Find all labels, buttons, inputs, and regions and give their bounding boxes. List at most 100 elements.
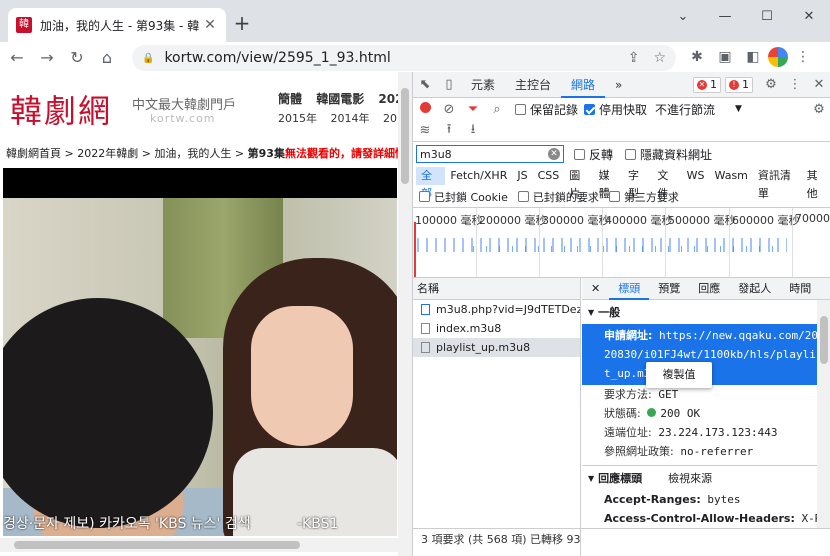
breadcrumb-drama[interactable]: 加油，我的人生 [154, 147, 231, 160]
type-filter-all[interactable]: 全部 [416, 167, 446, 200]
extension-puzzle-icon[interactable]: ▣ [712, 44, 738, 70]
triangle-down-icon: ▼ [588, 307, 595, 317]
video-player[interactable]: 경상·문자 제보) 카카오톡 'KBS 뉴스' 검색 -KBS1 [3, 168, 397, 536]
browser-tab[interactable]: 韓 加油，我的人生 - 第93集 - 韓 ✕ [8, 8, 226, 42]
gear-icon[interactable]: ⚙ [759, 77, 783, 92]
view-source-link[interactable]: 檢視來源 [668, 470, 712, 486]
disable-cache-label: 停用快取 [599, 102, 648, 117]
extensions-icon[interactable]: ✱ [684, 44, 710, 70]
resource-type-filters: 全部 Fetch/XHR JS CSS 圖片 媒體 字型 文件 WS Wasm … [413, 166, 830, 200]
tab-headers[interactable]: 標頭 [609, 278, 650, 300]
nav-link[interactable]: 韓國電影 [316, 92, 364, 106]
tab-response[interactable]: 回應 [689, 278, 729, 300]
chevron-down-icon[interactable]: ⌄ [662, 0, 704, 32]
network-settings-gear-icon[interactable]: ⚙ [807, 102, 830, 117]
forward-icon[interactable]: → [34, 44, 60, 70]
close-window-icon[interactable]: ✕ [788, 0, 830, 32]
address-bar[interactable]: 🔒 kortw.com/view/2595_1_93.html ⇪ ☆ [132, 45, 676, 71]
back-icon[interactable]: ← [4, 44, 30, 70]
export-har-icon[interactable]: ⭳ [461, 120, 485, 142]
nav-link[interactable]: 簡體 [278, 92, 302, 106]
close-icon[interactable]: ✕ [807, 77, 830, 92]
error-count-badge[interactable]: ✕ 1 [693, 76, 721, 93]
chevron-down-icon[interactable]: ▼ [735, 104, 742, 114]
type-filter[interactable]: 圖片 [564, 167, 593, 200]
breadcrumb-category[interactable]: 2022年韓劇 [77, 147, 138, 160]
request-row[interactable]: m3u8.php?vid=J9dTETDezx... [413, 300, 580, 319]
type-filter[interactable]: 字型 [623, 167, 652, 200]
network-conditions-icon[interactable]: ≋ [413, 123, 437, 138]
site-logo[interactable]: 韓劇網 [10, 86, 112, 132]
request-row-selected[interactable]: playlist_up.m3u8 [413, 338, 580, 357]
clear-filter-icon[interactable]: ✕ [548, 148, 560, 160]
network-timeline[interactable]: 100000 毫秒 200000 毫秒 300000 毫秒 400000 毫秒 … [413, 208, 830, 278]
request-detail-panel: ✕ 標頭 預覽 回應 發起人 時間 ▼ 一般 申請網址: https://new.… [582, 278, 830, 528]
tab-preview[interactable]: 預覽 [649, 278, 689, 300]
hide-data-urls-checkbox[interactable] [625, 148, 637, 160]
type-filter[interactable]: 文件 [652, 167, 681, 200]
year-link[interactable]: 2014年 [331, 112, 370, 125]
side-panel-icon[interactable]: ◧ [740, 44, 766, 70]
device-toggle-icon[interactable]: ▯ [437, 77, 461, 92]
address-url[interactable]: kortw.com/view/2595_1_93.html [164, 50, 613, 66]
lock-icon[interactable]: 🔒 [142, 53, 154, 64]
name-column-header[interactable]: 名稱 [413, 278, 580, 300]
new-tab-icon[interactable]: + [232, 13, 252, 33]
breadcrumb-notice[interactable]: 無法觀看的，請發詳細情況 [285, 147, 412, 160]
tab-timing[interactable]: 時間 [780, 278, 820, 300]
general-section-header[interactable]: ▼ 一般 [582, 300, 830, 324]
page-vertical-scrollbar[interactable] [398, 72, 412, 556]
bookmark-star-icon[interactable]: ☆ [653, 50, 666, 66]
record-icon[interactable] [413, 101, 437, 117]
context-menu-copy-value[interactable]: 複製值 [646, 362, 712, 388]
clear-icon[interactable]: ⊘ [437, 102, 461, 117]
tab-elements[interactable]: 元素 [461, 72, 505, 98]
invert-checkbox[interactable] [574, 148, 585, 160]
file-icon [421, 323, 430, 334]
breadcrumb-home[interactable]: 韓劇網首頁 [6, 147, 61, 160]
tab-network[interactable]: 網路 [561, 72, 606, 98]
detail-scrollbar[interactable] [817, 300, 830, 528]
share-icon[interactable]: ⇪ [628, 50, 640, 66]
disable-cache-checkbox[interactable] [584, 103, 596, 115]
type-filter[interactable]: Wasm [710, 167, 753, 185]
home-icon[interactable]: ⌂ [94, 44, 120, 70]
browser-toolbar: ← → ↻ ⌂ 🔒 kortw.com/view/2595_1_93.html … [0, 42, 830, 72]
filter-input[interactable]: m3u8 ✕ [416, 145, 564, 163]
close-tab-icon[interactable]: ✕ [202, 17, 218, 33]
maximize-icon[interactable]: ☐ [746, 0, 788, 32]
type-filter[interactable]: WS [682, 167, 710, 185]
search-icon[interactable]: ⌕ [485, 102, 509, 117]
more-tabs-icon[interactable]: » [605, 72, 632, 98]
import-har-icon[interactable]: ⭱ [437, 120, 461, 142]
profile-avatar[interactable] [768, 47, 788, 67]
type-filter[interactable]: Fetch/XHR [445, 167, 512, 185]
warning-count-badge[interactable]: ! 1 [725, 76, 753, 93]
page-horizontal-scrollbar[interactable] [0, 538, 398, 552]
blocked-cookies-checkbox[interactable] [419, 191, 430, 202]
throttle-select[interactable]: 不進行節流 [655, 101, 715, 118]
type-filter[interactable]: 媒體 [594, 167, 623, 200]
filter-icon[interactable]: ⏷ [461, 102, 485, 117]
menu-dots-icon[interactable]: ⋮ [790, 44, 816, 70]
web-page: 韓劇網 中文最大韓劇門戶 kortw.com 簡體 韓國電影 2022年 201… [0, 72, 412, 556]
blocked-requests-checkbox[interactable] [517, 191, 529, 202]
close-detail-icon[interactable]: ✕ [582, 278, 609, 300]
third-party-checkbox[interactable] [608, 191, 620, 202]
minimize-icon[interactable]: — [704, 0, 746, 32]
year-link[interactable]: 2015年 [278, 112, 317, 125]
type-filter[interactable]: CSS [533, 167, 565, 185]
response-headers-section-header[interactable]: ▼ 回應標頭 檢視來源 [582, 465, 830, 490]
tab-initiator[interactable]: 發起人 [729, 278, 780, 300]
preserve-log-checkbox[interactable] [515, 103, 526, 115]
inspect-icon[interactable]: ⬉ [413, 77, 437, 92]
reload-icon[interactable]: ↻ [64, 44, 90, 70]
document-icon [421, 304, 430, 315]
type-filter[interactable]: JS [512, 167, 532, 185]
type-filter[interactable]: 其他 [802, 167, 830, 200]
timeline-tick: 200000 毫秒 [479, 214, 547, 227]
type-filter[interactable]: 資訊清單 [753, 167, 802, 200]
request-row[interactable]: index.m3u8 [413, 319, 580, 338]
tab-console[interactable]: 主控台 [505, 72, 561, 98]
menu-dots-icon[interactable]: ⋮ [783, 77, 807, 92]
